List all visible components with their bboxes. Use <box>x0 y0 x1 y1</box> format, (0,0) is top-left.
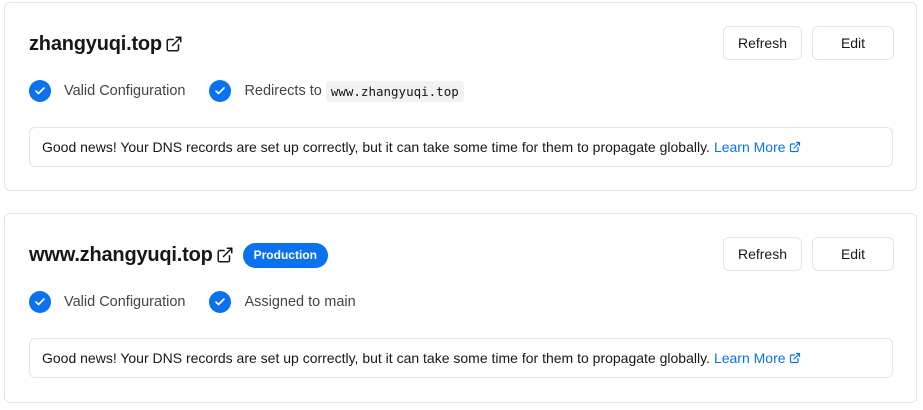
domain-link[interactable]: zhangyuqi.top <box>29 33 183 56</box>
status-valid-configuration: Valid Configuration <box>29 80 185 102</box>
domain-header: zhangyuqi.top <box>29 30 183 58</box>
status-label: Assigned to main <box>244 294 356 310</box>
external-link-icon <box>216 246 234 264</box>
external-link-icon <box>789 141 801 153</box>
check-circle-icon <box>209 80 232 102</box>
edit-button[interactable]: Edit <box>812 26 894 60</box>
status-row: Valid Configuration Redirects to www.zha… <box>29 79 488 103</box>
external-link-icon <box>165 35 183 53</box>
refresh-button[interactable]: Refresh <box>723 26 802 60</box>
notice-text: Good news! Your DNS records are set up c… <box>42 139 710 155</box>
status-assigned: Assigned to main <box>209 291 356 313</box>
domain-link[interactable]: www.zhangyuqi.top <box>29 244 234 267</box>
learn-more-label: Learn More <box>713 139 786 155</box>
check-circle-icon <box>209 291 232 313</box>
domain-header: www.zhangyuqi.top Production <box>29 241 328 269</box>
redirect-target: www.zhangyuqi.top <box>325 80 464 102</box>
notice-text: Good news! Your DNS records are set up c… <box>42 350 710 366</box>
status-redirect: Redirects to www.zhangyuqi.top <box>209 80 464 102</box>
status-label: Redirects to <box>244 83 322 99</box>
edit-button[interactable]: Edit <box>812 237 894 271</box>
production-badge: Production <box>242 242 328 268</box>
learn-more-label: Learn More <box>713 350 786 366</box>
domain-name: zhangyuqi.top <box>29 32 162 55</box>
refresh-button[interactable]: Refresh <box>723 237 802 271</box>
domain-name: www.zhangyuqi.top <box>29 243 213 266</box>
status-label: Valid Configuration <box>64 83 186 99</box>
check-circle-icon <box>29 291 51 313</box>
learn-more-link[interactable]: Learn More <box>714 139 801 155</box>
dns-notice: Good news! Your DNS records are set up c… <box>29 127 893 167</box>
status-row: Valid Configuration Assigned to main <box>29 290 380 314</box>
external-link-icon <box>789 352 801 364</box>
check-circle-icon <box>29 80 51 102</box>
status-valid-configuration: Valid Configuration <box>29 291 185 313</box>
dns-notice: Good news! Your DNS records are set up c… <box>29 338 893 378</box>
learn-more-link[interactable]: Learn More <box>714 350 801 366</box>
domain-card: zhangyuqi.top Refresh Edit Valid Configu… <box>4 2 917 191</box>
status-label: Valid Configuration <box>64 294 186 310</box>
domain-card: www.zhangyuqi.top Production Refresh Edi… <box>4 213 917 403</box>
